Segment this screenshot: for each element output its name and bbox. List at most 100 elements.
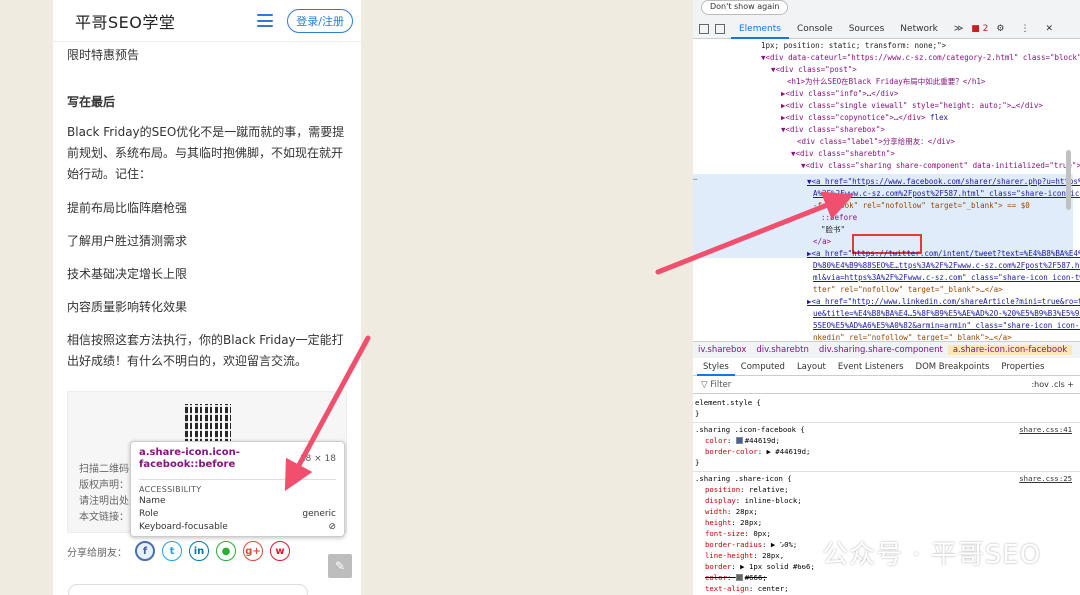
dom-line[interactable]: D%80%E4%B9%88SEO%E…ttps%3A%2F%2Fwww.c-sz… (813, 260, 1080, 272)
subtab-styles[interactable]: Styles (697, 359, 735, 376)
dom-line[interactable]: ▶<div class="single viewall" style="heig… (781, 100, 1043, 112)
tree-scrollbar[interactable] (1066, 150, 1071, 210)
issues-badge[interactable]: ■ 2 (971, 24, 988, 34)
style-prop[interactable]: position: relative; (705, 484, 789, 495)
login-register-button[interactable]: 登录/注册 (287, 8, 353, 33)
tab-sources[interactable]: Sources (841, 19, 893, 39)
facebook-icon[interactable]: f (135, 541, 155, 561)
dom-line[interactable]: <h1>为什么SEO在Black Friday布局中如此重要？</h1> (787, 76, 985, 88)
dom-line[interactable]: ▼<div class="post"> (771, 64, 857, 76)
devtools-tabs: Elements Console Sources Network ≫ ■ 2 ⚙… (693, 19, 1080, 39)
more-options-icon[interactable]: ⋮ (1012, 19, 1037, 39)
dom-line[interactable]: 5SEO%E5%AD%A6%E5%A0%82&armin=armin" clas… (813, 320, 1080, 332)
dom-line[interactable]: ▶<a href="https://twitter.com/intent/twe… (807, 248, 1080, 260)
inspect-tooltip: a.share-icon.icon-facebook::before 18 × … (130, 441, 345, 537)
linkedin-icon[interactable]: in (189, 541, 209, 561)
more-tabs-icon[interactable]: ≫ (946, 19, 971, 39)
hamburger-menu-icon[interactable] (257, 14, 274, 27)
dom-line[interactable]: ▼<div class="sharing share-component" da… (801, 160, 1080, 172)
box-line-link: 本文链接： (79, 512, 129, 523)
dom-line[interactable]: ml&via=https%3A%2F%2Fwww.c-sz.com" class… (813, 272, 1080, 284)
style-prop[interactable]: height: 28px; (705, 517, 762, 528)
style-prop[interactable]: color: #44619d; (705, 435, 780, 446)
tooltip-size: 18 × 18 (299, 454, 336, 464)
filter-icon: ▽ (701, 380, 711, 390)
dom-line-selected[interactable]: A%2F%2Fwww.c-sz.com%2Fpost%2F587.html" c… (813, 188, 1080, 200)
tab-console[interactable]: Console (789, 19, 841, 39)
tooltip-row-name: Name (139, 496, 166, 506)
point-3: 技术基础决定增长上限 (67, 267, 188, 281)
section-heading: 写在最后 (67, 95, 116, 109)
style-prop[interactable]: line-height: 28px; (705, 550, 784, 561)
dom-line-text[interactable]: "脸书" (821, 224, 845, 236)
site-logo[interactable]: 平哥SEO学堂 (75, 9, 257, 33)
inspect-element-icon[interactable] (699, 23, 709, 34)
box-line-source: 请注明出处 (79, 496, 129, 507)
dom-line-pseudo[interactable]: ::before (821, 212, 857, 224)
rule1-source[interactable]: share.css:41 (1019, 424, 1072, 435)
dom-line[interactable]: ▶<div class="copynotice">…</div> flex (781, 112, 948, 124)
rule2-source[interactable]: share.css:25 (1019, 473, 1072, 484)
wechat-icon[interactable]: ● (216, 541, 236, 561)
style-toggles[interactable]: :hov .cls + (1031, 380, 1074, 389)
dom-line[interactable]: <div class="label">分享给朋友：</div> (797, 136, 955, 148)
googleplus-icon[interactable]: g+ (243, 541, 263, 561)
dom-line[interactable]: ▼<div class="sharebtn"> (791, 148, 895, 160)
promo-line: 限时特惠预告 (67, 48, 140, 62)
subtab-properties[interactable]: Properties (995, 359, 1050, 376)
device-toolbar-icon[interactable] (715, 23, 725, 34)
style-prop[interactable]: display: inline-block; (705, 495, 802, 506)
dom-line[interactable]: ▶<a href="http://www.linkedin.com/shareA… (807, 296, 1080, 308)
rule1-selector[interactable]: .sharing .icon-facebook { (695, 424, 805, 435)
crumb-sharebox[interactable]: iv.sharebox (693, 345, 751, 355)
style-prop[interactable]: font-size: 0px; (705, 528, 771, 539)
style-prop[interactable]: border-color: ▶ #44619d; (705, 446, 810, 457)
point-2: 了解用户胜过猜测需求 (67, 234, 188, 248)
dom-line-selected[interactable]: -facebook" rel="nofollow" target="_blank… (813, 200, 1030, 212)
subtab-layout[interactable]: Layout (791, 359, 832, 376)
point-1: 提前布局比临阵磨枪强 (67, 201, 188, 215)
twitter-icon[interactable]: t (162, 541, 182, 561)
subtab-event-listeners[interactable]: Event Listeners (832, 359, 910, 376)
breadcrumb: iv.sharebox div.sharebtn div.sharing.sha… (693, 341, 1080, 358)
floating-edit-icon[interactable]: ✎ (328, 554, 352, 578)
devtools-panel: Don't show again Elements Console Source… (693, 0, 1080, 595)
weibo-icon[interactable]: w (270, 541, 290, 561)
styles-filter[interactable]: ▽ Filter :hov .cls + (693, 377, 1080, 394)
subtab-computed[interactable]: Computed (735, 359, 791, 376)
dom-line[interactable]: ▼<div class="sharebox"> (781, 124, 885, 136)
dont-show-again-button[interactable]: Don't show again (701, 0, 789, 15)
dom-ellipsis[interactable]: … (693, 172, 698, 184)
tab-network[interactable]: Network (892, 19, 946, 39)
style-prop-overridden[interactable]: color: #666; (705, 572, 767, 583)
dom-line[interactable]: ▶<div class="info">…</div> (781, 88, 898, 100)
tooltip-row-focusable: Keyboard-focusable ⊘ (139, 522, 336, 532)
box-line-copyright: 版权声明： (79, 480, 129, 491)
settings-gear-icon[interactable]: ⚙ (988, 19, 1012, 39)
dom-line[interactable]: tter" rel="nofollow" target="_blank">…</… (813, 284, 1003, 296)
subtab-dom-breakpoints[interactable]: DOM Breakpoints (910, 359, 996, 376)
box-line-scan: 扫描二维码 (79, 464, 129, 475)
comment-input[interactable] (68, 584, 308, 595)
rule2-selector[interactable]: .sharing .share-icon { (695, 473, 792, 484)
wechat-logo-icon (778, 537, 814, 566)
paragraph-closing: 相信按照这套方法执行，你的Black Friday一定能打出好成绩！有什么不明白… (67, 333, 344, 368)
dom-line[interactable]: </a> (813, 236, 831, 248)
style-prop[interactable]: text-align: center; (705, 583, 789, 594)
dom-line[interactable]: ue&title=%E4%B8%BA%E4…5%8F%B9%E5%AE%AD%2… (813, 308, 1080, 320)
element-style-rule[interactable]: element.style { (695, 397, 761, 408)
filter-input[interactable]: Filter (710, 380, 731, 390)
tooltip-selector: a.share-icon.icon-facebook::before (139, 447, 240, 470)
dom-line[interactable]: ▼<div data-cateurl="https://www.c-sz.com… (761, 52, 1080, 64)
crumb-facebook[interactable]: a.share-icon.icon-facebook (947, 345, 1073, 355)
dom-line-selected[interactable]: ▼<a href="https://www.facebook.com/share… (807, 176, 1080, 188)
dom-line[interactable]: 1px; position: static; transform: none;"… (761, 40, 946, 52)
close-icon[interactable]: ✕ (1037, 19, 1061, 39)
crumb-sharebtn[interactable]: div.sharebtn (751, 345, 814, 355)
crumb-sharing[interactable]: div.sharing.share-component (814, 345, 948, 355)
share-label: 分享给朋友： (67, 547, 127, 559)
site-header: 平哥SEO学堂 登录/注册 (53, 0, 361, 42)
tab-elements[interactable]: Elements (731, 19, 789, 39)
style-prop[interactable]: width: 28px; (705, 506, 758, 517)
flex-badge[interactable]: flex (930, 113, 948, 122)
